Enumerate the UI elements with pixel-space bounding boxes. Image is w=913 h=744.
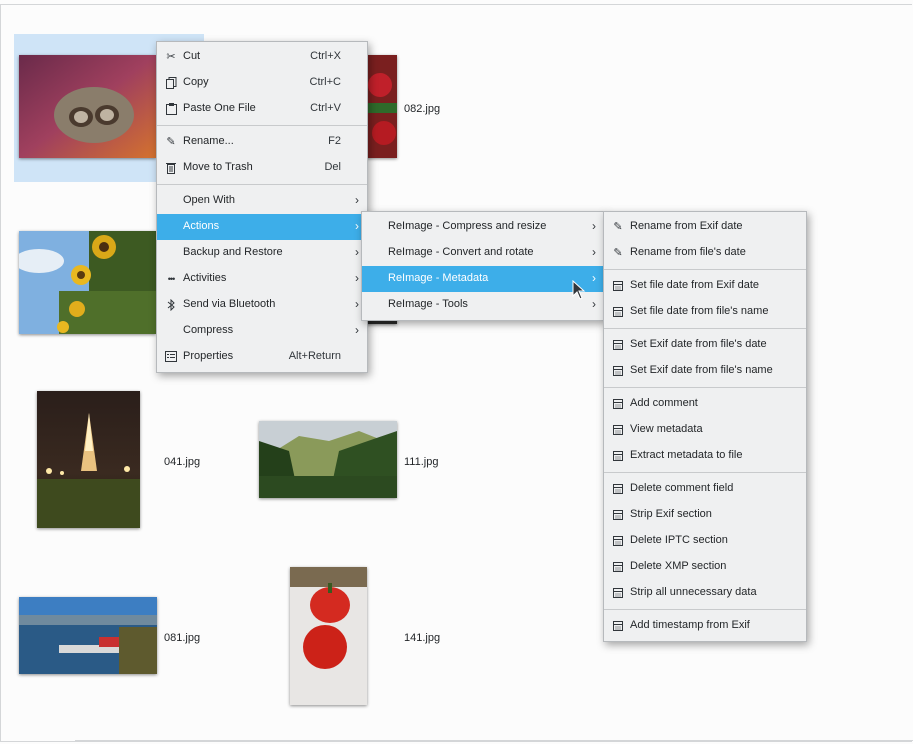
menu-item-properties[interactable]: Properties Alt+Return (157, 344, 367, 370)
thumbnail-081[interactable] (19, 597, 157, 674)
menu-item-rename-exif[interactable]: ✎ Rename from Exif date (604, 214, 806, 240)
calendar-icon (612, 619, 624, 632)
pencil-icon: ✎ (166, 136, 176, 148)
chevron-right-icon: › (355, 193, 359, 207)
file-name-141: 141.jpg (404, 632, 441, 644)
menu-item-view-metadata[interactable]: View metadata (604, 417, 806, 443)
copy-icon (165, 76, 177, 89)
calendar-icon (612, 364, 624, 377)
menu-item-actions[interactable]: Actions › (157, 214, 367, 240)
menu-item-add-comment[interactable]: Add comment (604, 391, 806, 417)
chevron-right-icon: › (592, 219, 596, 233)
calendar-icon (612, 449, 624, 462)
menu-item-convert-rotate[interactable]: ReImage - Convert and rotate › (362, 240, 604, 266)
calendar-icon (612, 482, 624, 495)
menu-item-metadata[interactable]: ReImage - Metadata › (362, 266, 604, 292)
calendar-icon (612, 508, 624, 521)
chevron-right-icon: › (355, 271, 359, 285)
properties-icon (165, 350, 177, 363)
actions-submenu: ReImage - Compress and resize › ReImage … (361, 211, 605, 321)
menu-item-strip-unnecessary[interactable]: Strip all unnecessary data (604, 580, 806, 606)
menu-item-set-file-date-exif[interactable]: Set file date from Exif date (604, 273, 806, 299)
file-name-081: 081.jpg (164, 632, 201, 644)
menu-item-set-file-date-name[interactable]: Set file date from file's name (604, 299, 806, 325)
menu-item-delete-xmp[interactable]: Delete XMP section (604, 554, 806, 580)
menu-item-rename-file-date[interactable]: ✎ Rename from file's date (604, 240, 806, 266)
activities-icon: ••• (167, 273, 175, 284)
menu-item-strip-exif[interactable]: Strip Exif section (604, 502, 806, 528)
chevron-right-icon: › (355, 297, 359, 311)
menu-item-activities[interactable]: ••• Activities › (157, 266, 367, 292)
file-name-041: 041.jpg (164, 456, 201, 468)
menu-item-rename[interactable]: ✎ Rename... F2 (157, 129, 367, 155)
thumbnail-selected[interactable] (19, 55, 156, 158)
paste-icon (165, 102, 177, 115)
thumbnail-141[interactable] (290, 567, 367, 705)
chevron-right-icon: › (592, 271, 596, 285)
menu-item-cut[interactable]: ✂ Cut Ctrl+X (157, 44, 367, 70)
menu-separator (604, 328, 806, 329)
menu-separator (604, 472, 806, 473)
metadata-submenu: ✎ Rename from Exif date ✎ Rename from fi… (603, 211, 807, 642)
calendar-icon (612, 423, 624, 436)
calendar-icon (612, 338, 624, 351)
menu-item-compress[interactable]: Compress › (157, 318, 367, 344)
menu-item-paste[interactable]: Paste One File Ctrl+V (157, 96, 367, 122)
chevron-right-icon: › (355, 245, 359, 259)
scissors-icon: ✂ (166, 51, 176, 63)
file-name-111: 111.jpg (404, 456, 439, 468)
calendar-icon (612, 560, 624, 573)
menu-item-move-to-trash[interactable]: Move to Trash Del (157, 155, 367, 181)
calendar-icon (612, 279, 624, 292)
chevron-right-icon: › (355, 219, 359, 233)
bluetooth-icon (165, 298, 177, 311)
pencil-icon: ✎ (613, 221, 623, 233)
menu-item-copy[interactable]: Copy Ctrl+C (157, 70, 367, 96)
menu-item-compress-resize[interactable]: ReImage - Compress and resize › (362, 214, 604, 240)
file-name-082: 082.jpg (404, 103, 441, 115)
calendar-icon (612, 305, 624, 318)
menu-separator (604, 269, 806, 270)
trash-icon (165, 161, 177, 174)
thumbnail-082[interactable] (366, 55, 397, 158)
status-divider (75, 740, 913, 741)
menu-separator (157, 125, 367, 126)
pencil-icon: ✎ (613, 247, 623, 259)
menu-item-send-bluetooth[interactable]: Send via Bluetooth › (157, 292, 367, 318)
menu-separator (157, 184, 367, 185)
menu-item-add-timestamp[interactable]: Add timestamp from Exif (604, 613, 806, 639)
chevron-right-icon: › (355, 323, 359, 337)
calendar-icon (612, 397, 624, 410)
mouse-cursor-icon (572, 280, 586, 300)
context-menu: ✂ Cut Ctrl+X Copy Ctrl+C Paste One File … (156, 41, 368, 373)
thumbnail-111[interactable] (259, 421, 397, 498)
chevron-right-icon: › (592, 245, 596, 259)
menu-item-extract-metadata[interactable]: Extract metadata to file (604, 443, 806, 469)
calendar-icon (612, 534, 624, 547)
menu-item-open-with[interactable]: Open With › (157, 188, 367, 214)
menu-separator (604, 609, 806, 610)
menu-item-set-exif-date-name[interactable]: Set Exif date from file's name (604, 358, 806, 384)
calendar-icon (612, 586, 624, 599)
menu-item-delete-comment[interactable]: Delete comment field (604, 476, 806, 502)
menu-separator (604, 387, 806, 388)
menu-item-tools[interactable]: ReImage - Tools › (362, 292, 604, 318)
thumbnail-sunflowers[interactable] (19, 231, 156, 334)
menu-item-set-exif-date-file[interactable]: Set Exif date from file's date (604, 332, 806, 358)
thumbnail-041[interactable] (37, 391, 140, 528)
chevron-right-icon: › (592, 297, 596, 311)
menu-item-delete-iptc[interactable]: Delete IPTC section (604, 528, 806, 554)
menu-item-backup-restore[interactable]: Backup and Restore › (157, 240, 367, 266)
